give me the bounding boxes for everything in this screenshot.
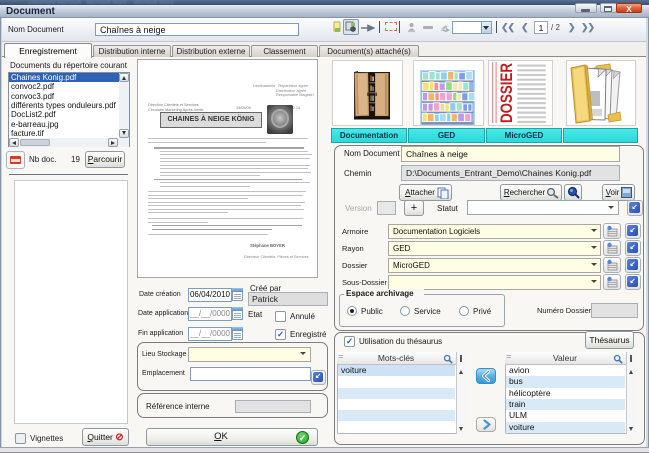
svg-text:DOSSIER: DOSSIER (497, 63, 516, 123)
